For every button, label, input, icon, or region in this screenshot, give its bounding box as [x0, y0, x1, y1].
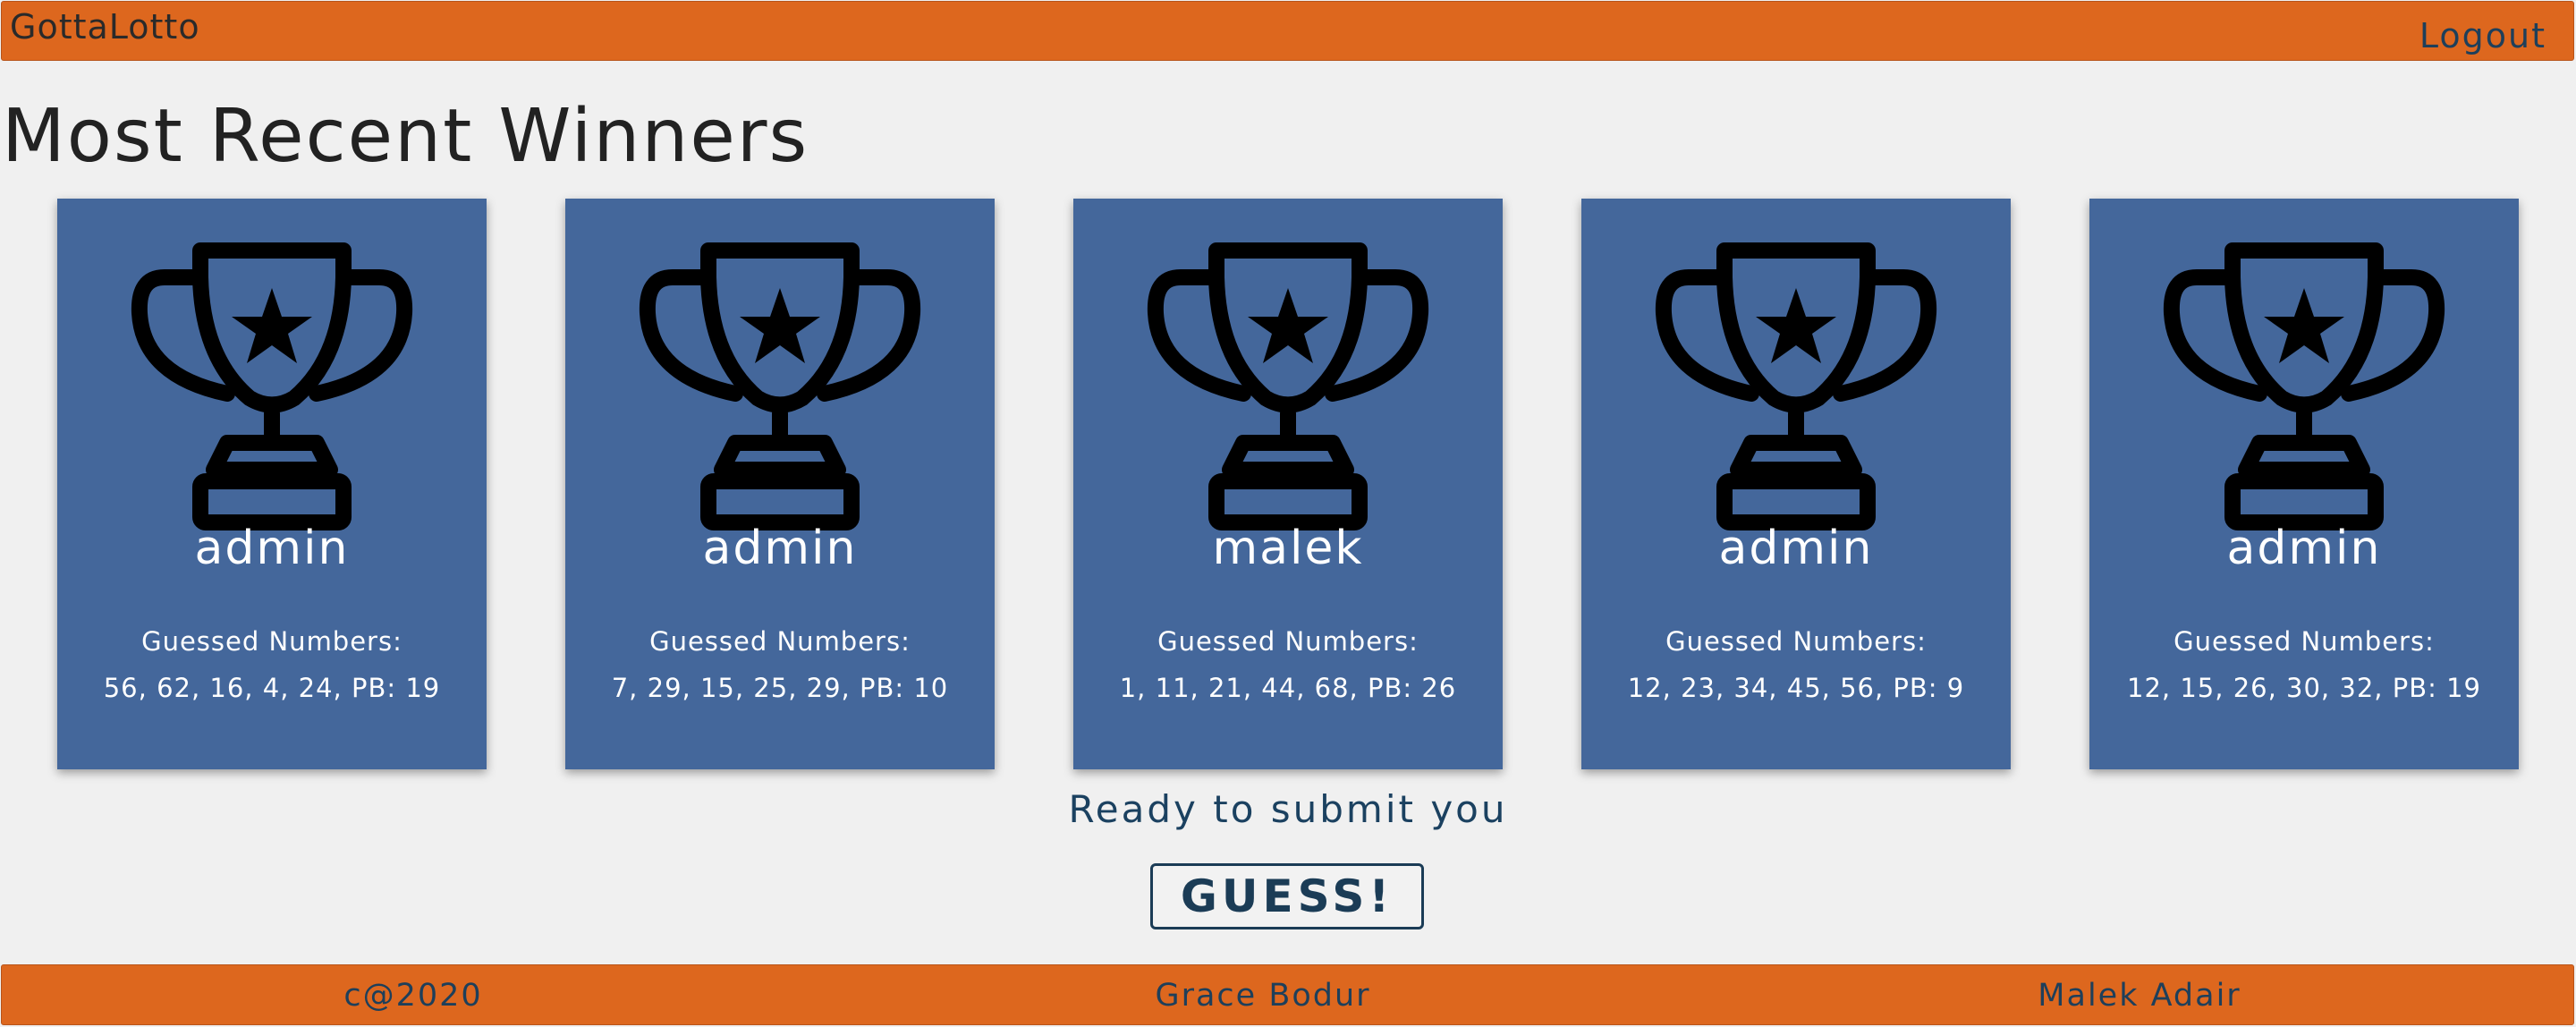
footer-author: Malek Adair	[2038, 978, 2241, 1014]
winner-card: malek Guessed Numbers: 1, 11, 21, 44, 68…	[1073, 199, 1503, 769]
trophy-icon	[1147, 242, 1429, 530]
guessed-numbers-label: Guessed Numbers:	[649, 626, 911, 657]
winner-card: admin Guessed Numbers: 56, 62, 16, 4, 24…	[57, 199, 487, 769]
trophy-icon	[1655, 242, 1937, 530]
footer-copyright: c@2020	[343, 978, 483, 1014]
winner-card: admin Guessed Numbers: 7, 29, 15, 25, 29…	[565, 199, 995, 769]
guessed-numbers-values: 12, 15, 26, 30, 32, PB: 19	[2127, 673, 2481, 703]
brand-logo-text[interactable]: GottaLotto	[10, 7, 200, 47]
page-title: Most Recent Winners	[2, 94, 809, 179]
winner-name: admin	[1718, 522, 1874, 575]
guess-button[interactable]: GUESS!	[1150, 863, 1424, 929]
footer-bar: c@2020 Grace Bodur Malek Adair	[1, 964, 2574, 1025]
ready-to-submit-text: Ready to submit you	[1068, 787, 1508, 831]
winner-card: admin Guessed Numbers: 12, 23, 34, 45, 5…	[1581, 199, 2011, 769]
guessed-numbers-label: Guessed Numbers:	[1157, 626, 1419, 657]
guessed-numbers-label: Guessed Numbers:	[2174, 626, 2435, 657]
trophy-icon	[131, 242, 413, 530]
guessed-numbers-label: Guessed Numbers:	[141, 626, 402, 657]
winner-name: admin	[2226, 522, 2382, 575]
winner-name: admin	[702, 522, 858, 575]
guessed-numbers-values: 12, 23, 34, 45, 56, PB: 9	[1627, 673, 1965, 703]
logout-link[interactable]: Logout	[2419, 16, 2546, 55]
footer-author: Grace Bodur	[1155, 978, 1371, 1014]
guessed-numbers-values: 7, 29, 15, 25, 29, PB: 10	[611, 673, 949, 703]
trophy-icon	[639, 242, 921, 530]
guessed-numbers-label: Guessed Numbers:	[1665, 626, 1927, 657]
winner-name: admin	[194, 522, 350, 575]
guessed-numbers-values: 56, 62, 16, 4, 24, PB: 19	[103, 673, 441, 703]
guessed-numbers-values: 1, 11, 21, 44, 68, PB: 26	[1119, 673, 1457, 703]
winner-card: admin Guessed Numbers: 12, 15, 26, 30, 3…	[2089, 199, 2519, 769]
winner-name: malek	[1212, 522, 1364, 575]
trophy-icon	[2163, 242, 2445, 530]
top-navbar: GottaLotto Logout	[1, 1, 2574, 61]
